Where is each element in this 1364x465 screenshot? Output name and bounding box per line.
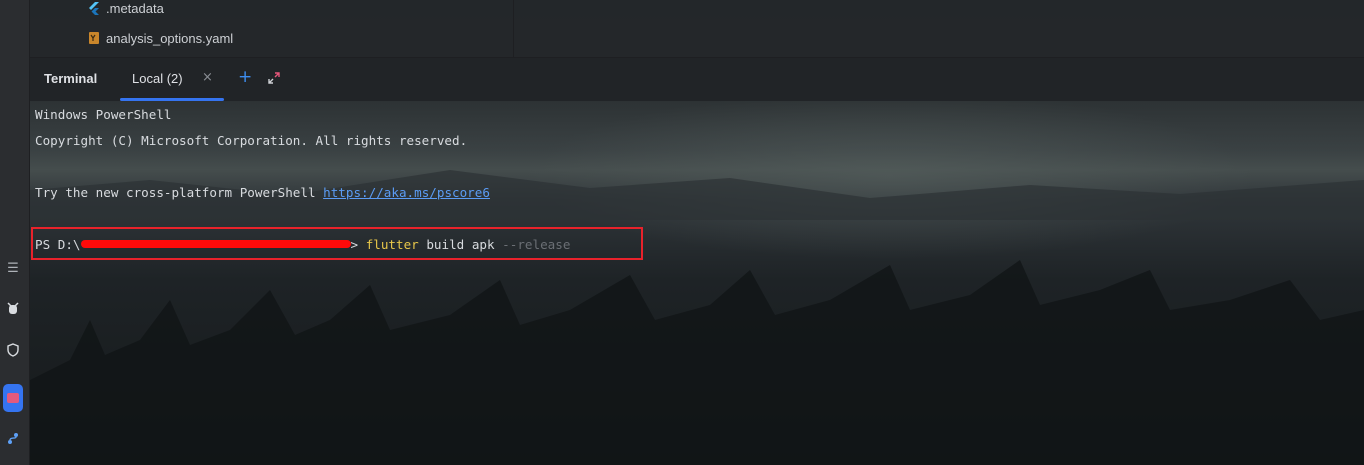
terminal-line: Windows PowerShell — [35, 107, 172, 122]
flutter-icon — [86, 1, 102, 15]
git-icon[interactable] — [3, 428, 23, 448]
command-highlight-box — [31, 227, 643, 260]
close-icon[interactable]: × — [202, 70, 213, 85]
terminal-tab-bar: Terminal Local (2) × + — [30, 58, 1364, 101]
active-tab-indicator — [120, 98, 224, 101]
bug-icon[interactable] — [3, 298, 23, 318]
yaml-file-icon — [86, 31, 102, 45]
pane-divider — [513, 0, 514, 57]
expand-icon[interactable] — [266, 70, 282, 86]
shield-icon[interactable] — [3, 340, 23, 360]
left-tool-strip: ☰ — [0, 0, 30, 465]
project-tree: .metadata analysis_options.yaml — [30, 0, 1364, 58]
add-tab-icon[interactable]: + — [238, 67, 252, 87]
tab-label: Local (2) — [132, 71, 183, 86]
app-icon[interactable] — [3, 384, 23, 412]
background-forest — [30, 260, 1364, 465]
pscore-link[interactable]: https://aka.ms/pscore6 — [323, 185, 490, 200]
tree-item-metadata[interactable]: .metadata — [86, 0, 164, 19]
tree-item-label: .metadata — [106, 0, 164, 16]
terminal-output[interactable]: Windows PowerShell Copyright (C) Microso… — [35, 102, 570, 252]
terminal-title: Terminal — [44, 71, 98, 86]
tree-item-analysis-options[interactable]: analysis_options.yaml — [86, 27, 233, 49]
tab-local-2[interactable]: Local (2) × — [120, 58, 224, 101]
tree-item-label: analysis_options.yaml — [106, 30, 234, 46]
terminal-line: Try the new cross-platform PowerShell ht… — [35, 180, 490, 206]
terminal-text: Try the new cross-platform PowerShell — [35, 185, 324, 200]
terminal-line: Copyright (C) Microsoft Corporation. All… — [35, 133, 468, 148]
structure-icon[interactable]: ☰ — [3, 258, 23, 278]
